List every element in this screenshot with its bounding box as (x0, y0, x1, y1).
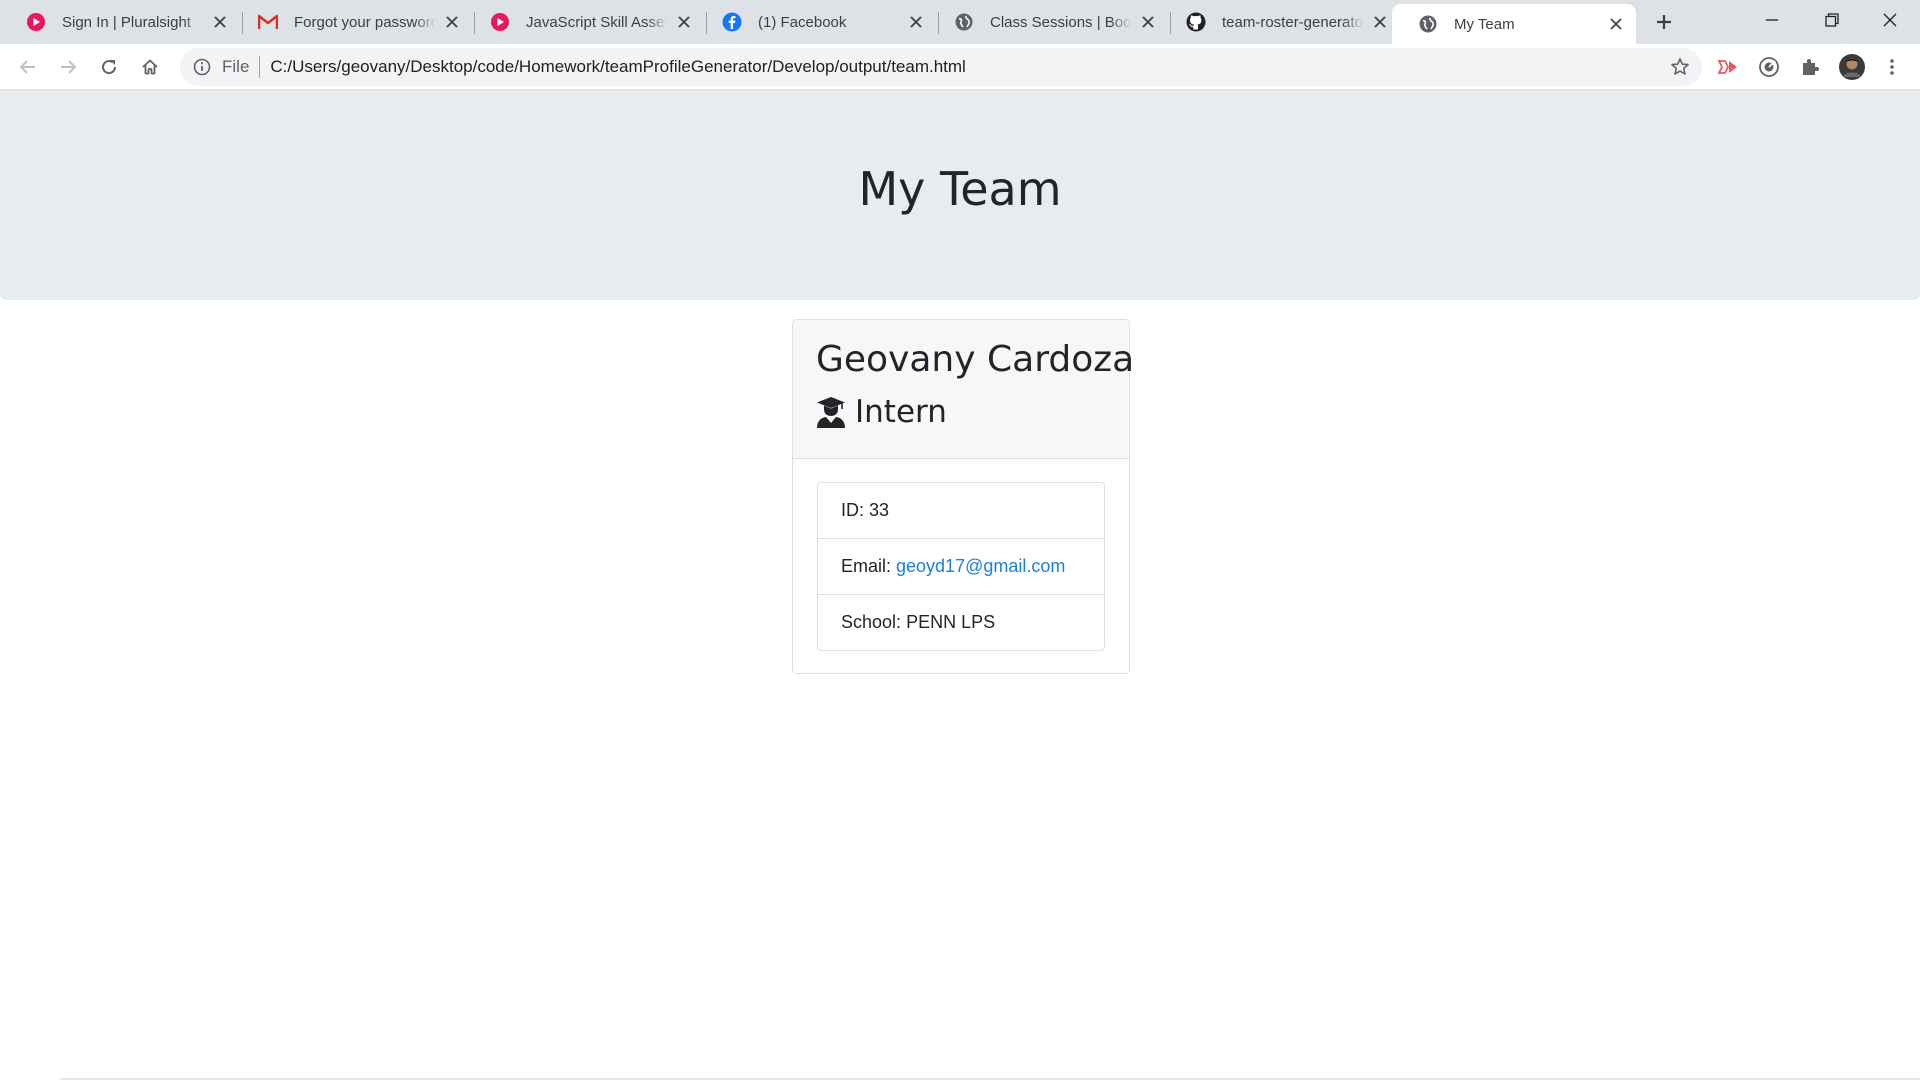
extension-circle-icon[interactable] (1755, 53, 1783, 81)
employee-details-list: ID: 33 Email: geoyd17@gmail.com School: … (817, 482, 1105, 651)
tab-facebook[interactable]: (1) Facebook (696, 0, 936, 44)
id-value: 33 (869, 500, 890, 520)
tab-title: team-roster-generator (1222, 13, 1364, 31)
address-bar[interactable]: File C:/Users/geovany/Desktop/code/Homew… (180, 48, 1702, 86)
bookmark-star-icon[interactable] (1670, 57, 1690, 77)
tab-pluralsight-signin[interactable]: Sign In | Pluralsight (0, 0, 240, 44)
close-icon[interactable] (906, 12, 926, 32)
close-icon[interactable] (442, 12, 462, 32)
id-label: ID: (841, 500, 865, 520)
browser-toolbar: File C:/Users/geovany/Desktop/code/Homew… (0, 44, 1920, 90)
restore-button[interactable] (1802, 0, 1862, 40)
extensions-puzzle-icon[interactable] (1796, 53, 1824, 81)
back-button[interactable] (12, 51, 44, 83)
tab-title: Forgot your password (294, 13, 436, 31)
school-value: PENN LPS (906, 612, 996, 632)
graduate-icon (816, 396, 846, 428)
employee-role-label: Intern (855, 394, 947, 430)
employee-name: Geovany Cardoza (816, 339, 1135, 380)
info-icon[interactable] (192, 57, 212, 77)
close-icon[interactable] (1606, 14, 1626, 34)
forward-button[interactable] (52, 51, 84, 83)
profile-avatar[interactable] (1838, 53, 1866, 81)
window-close-button[interactable] (1860, 0, 1920, 40)
tab-strip: Sign In | Pluralsight Forgot your passwo… (0, 0, 1920, 44)
employee-card-body: ID: 33 Email: geoyd17@gmail.com School: … (793, 459, 1129, 651)
facebook-icon (722, 12, 742, 32)
scheme-divider (259, 56, 261, 78)
pluralsight-icon (490, 12, 510, 32)
close-icon[interactable] (674, 12, 694, 32)
tab-title: My Team (1454, 15, 1515, 33)
employee-id-row: ID: 33 (818, 483, 1104, 539)
employee-school-row: School: PENN LPS (818, 595, 1104, 650)
home-button[interactable] (134, 51, 166, 83)
url-text[interactable]: C:/Users/geovany/Desktop/code/Homework/t… (270, 57, 965, 77)
close-icon[interactable] (1138, 12, 1158, 32)
tab-javascript-assessment[interactable]: JavaScript Skill Assessment (464, 0, 704, 44)
employee-card-header: Geovany Cardoza Intern (793, 320, 1135, 459)
close-icon[interactable] (210, 12, 230, 32)
tab-my-team[interactable]: My Team (1392, 4, 1636, 44)
tab-title: Sign In | Pluralsight (62, 13, 191, 31)
gmail-icon (258, 12, 278, 32)
tab-gmail[interactable]: Forgot your password (232, 0, 472, 44)
menu-kebab-icon[interactable] (1878, 53, 1906, 81)
tab-title: (1) Facebook (758, 13, 847, 31)
new-tab-button[interactable] (1650, 8, 1678, 36)
page-header: My Team (0, 90, 1920, 300)
globe-icon (1418, 14, 1438, 34)
close-icon[interactable] (1370, 12, 1390, 32)
school-label: School: (841, 612, 902, 632)
tab-github-team-roster[interactable]: team-roster-generator (1160, 0, 1400, 44)
reload-button[interactable] (93, 51, 125, 83)
scheme-label: File (222, 57, 250, 76)
email-label: Email: (841, 556, 892, 576)
extension-red-icon[interactable] (1714, 53, 1742, 81)
globe-icon (954, 12, 974, 32)
page-title: My Team (858, 162, 1062, 216)
employee-card: Geovany Cardoza Intern ID: 33 Email: geo… (792, 319, 1135, 674)
employee-role: Intern (816, 390, 1129, 434)
tab-class-sessions[interactable]: Class Sessions | Bootcamp (928, 0, 1168, 44)
email-link[interactable]: geoyd17@gmail.com (896, 556, 1065, 577)
tab-title: Class Sessions | Bootcamp (990, 13, 1132, 31)
pluralsight-icon (26, 12, 46, 32)
minimize-button[interactable] (1742, 0, 1802, 40)
tab-title: JavaScript Skill Assessment (526, 13, 668, 31)
page-viewport: My Team Geovany Cardoza Intern ID: 33 Em… (0, 90, 1920, 1080)
github-icon (1186, 12, 1206, 32)
employee-email-row: Email: geoyd17@gmail.com (818, 539, 1104, 595)
